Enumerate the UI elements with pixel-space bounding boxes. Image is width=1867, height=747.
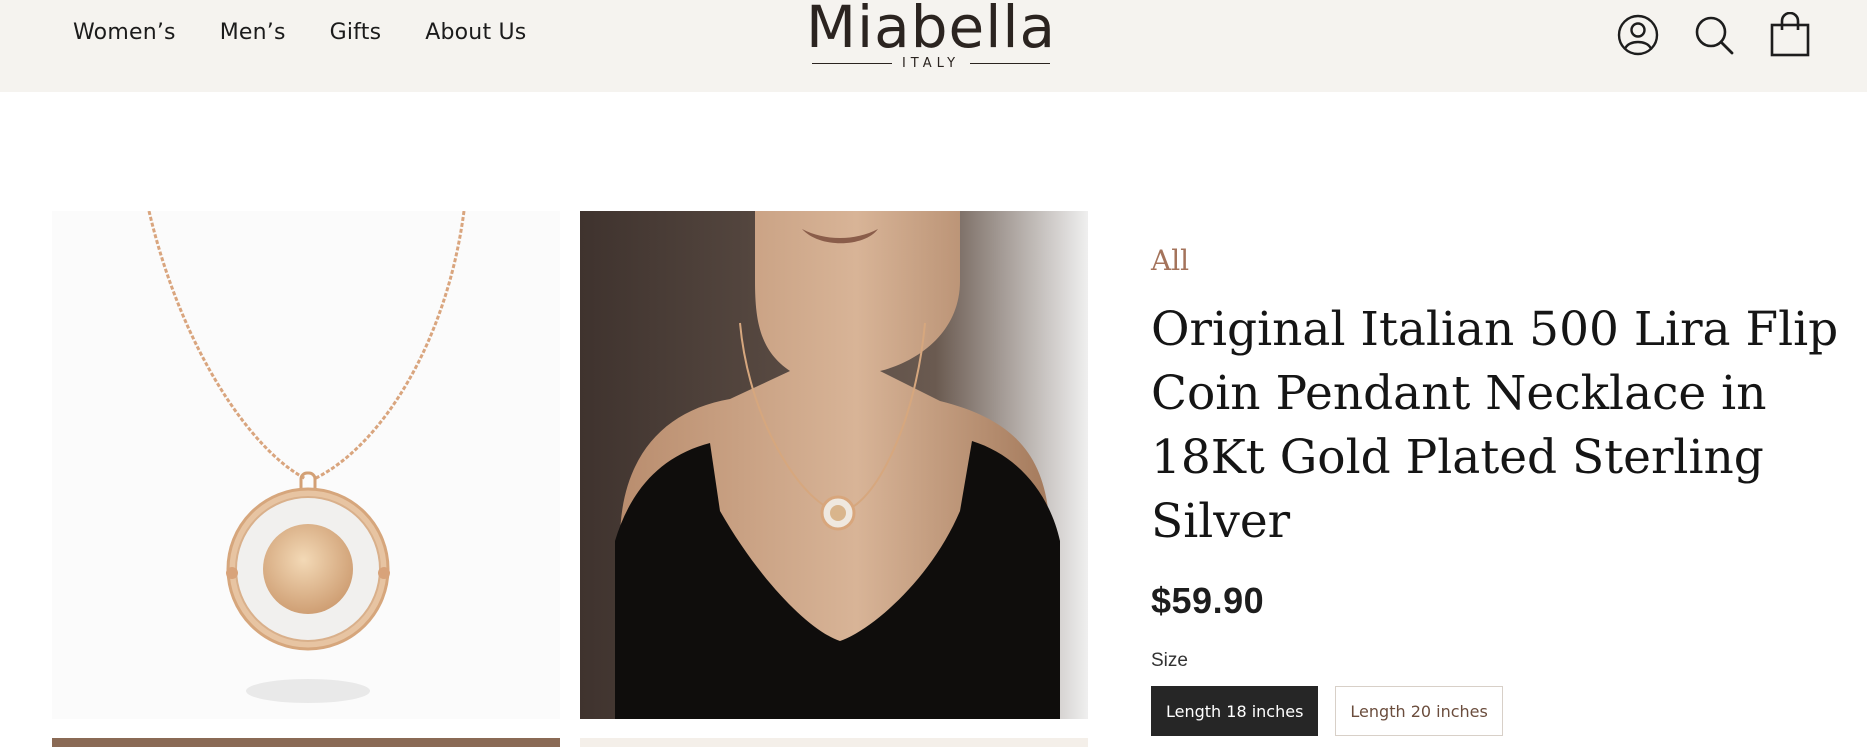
nav-about-us[interactable]: About Us — [425, 20, 526, 45]
logo-divider — [811, 63, 892, 64]
product-image-pendant[interactable] — [52, 211, 560, 719]
main-nav: Women’s Men’s Gifts About Us — [73, 20, 526, 45]
nav-womens[interactable]: Women’s — [73, 20, 176, 45]
size-label: Size — [1151, 650, 1188, 671]
breadcrumb-all[interactable]: All — [1151, 244, 1841, 278]
account-icon[interactable] — [1615, 12, 1661, 58]
product-title: Original Italian 500 Lira Flip Coin Pend… — [1151, 302, 1839, 549]
size-option-18-inches[interactable]: Length 18 inches — [1151, 686, 1319, 736]
size-options: Length 18 inches Length 20 inches — [1151, 686, 1841, 736]
product-image-thumb-4[interactable] — [580, 738, 1088, 747]
site-header: Women’s Men’s Gifts About Us Miabella IT… — [0, 0, 1867, 92]
search-icon[interactable] — [1691, 12, 1737, 58]
size-option-20-inches[interactable]: Length 20 inches — [1335, 686, 1503, 736]
logo-divider — [970, 63, 1051, 64]
nav-mens[interactable]: Men’s — [220, 20, 286, 45]
brand-logo[interactable]: Miabella ITALY — [803, 0, 1059, 71]
product-info: All Original Italian 500 Lira Flip Coin … — [1151, 244, 1841, 736]
nav-gifts[interactable]: Gifts — [330, 20, 382, 45]
logo-subtitle: ITALY — [901, 56, 961, 71]
product-image-model[interactable] — [580, 211, 1088, 719]
product-price: $59.90 — [1151, 580, 1265, 621]
logo-wordmark: Miabella — [806, 0, 1056, 61]
header-icons — [1615, 12, 1813, 58]
product-image-thumb-3[interactable] — [52, 738, 560, 747]
pendant-illustration — [147, 211, 466, 703]
model-illustration — [580, 211, 1088, 719]
cart-icon[interactable] — [1767, 12, 1813, 58]
